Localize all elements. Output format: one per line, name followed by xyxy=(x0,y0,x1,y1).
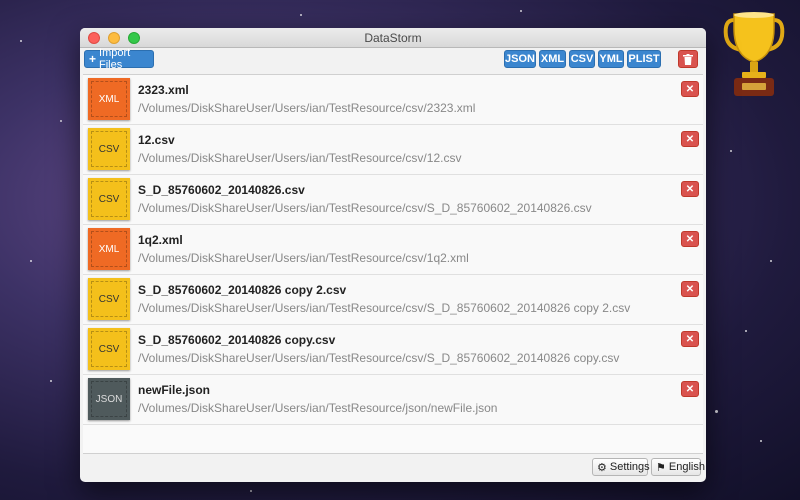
remove-file-button[interactable]: ✕ xyxy=(681,181,699,197)
app-window: DataStorm + Import Files JSON XML CSV YM… xyxy=(80,28,706,482)
xml-file-icon: XML xyxy=(88,78,130,120)
settings-button[interactable]: ⚙ Settings xyxy=(592,458,650,476)
language-button[interactable]: ⚑ English xyxy=(651,458,705,476)
file-name: newFile.json xyxy=(138,383,211,397)
csv-file-icon: CSV xyxy=(88,128,130,170)
language-label: English xyxy=(668,461,705,473)
trash-icon xyxy=(683,53,693,65)
remove-file-button[interactable]: ✕ xyxy=(681,81,699,97)
file-name: S_D_85760602_20140826 copy 2.csv xyxy=(138,283,347,297)
close-icon: ✕ xyxy=(685,133,695,145)
file-row[interactable]: XML 1q2.xml /Volumes/DiskShareUser/Users… xyxy=(83,225,703,275)
file-name: S_D_85760602_20140826 copy.csv xyxy=(138,333,336,347)
close-icon: ✕ xyxy=(685,183,695,195)
json-file-icon: JSON xyxy=(88,378,130,420)
file-row[interactable]: CSV S_D_85760602_20140826 copy 2.csv /Vo… xyxy=(83,275,703,325)
file-path: /Volumes/DiskShareUser/Users/ian/TestRes… xyxy=(138,401,498,415)
remove-file-button[interactable]: ✕ xyxy=(681,281,699,297)
xml-file-icon: XML xyxy=(88,228,130,270)
remove-file-button[interactable]: ✕ xyxy=(681,381,699,397)
file-row[interactable]: JSON newFile.json /Volumes/DiskShareUser… xyxy=(83,375,703,425)
file-name: 2323.xml xyxy=(138,83,189,97)
close-icon: ✕ xyxy=(685,383,695,395)
close-icon: ✕ xyxy=(685,333,695,345)
zoom-window-button[interactable] xyxy=(128,32,140,44)
flag-icon: ⚑ xyxy=(656,461,666,474)
clear-all-button[interactable] xyxy=(678,50,698,68)
file-name: 1q2.xml xyxy=(138,233,183,247)
file-row[interactable]: XML 2323.xml /Volumes/DiskShareUser/User… xyxy=(83,75,703,125)
remove-file-button[interactable]: ✕ xyxy=(681,331,699,347)
file-path: /Volumes/DiskShareUser/Users/ian/TestRes… xyxy=(138,251,469,265)
title-bar: DataStorm xyxy=(80,28,706,48)
trophy-icon xyxy=(723,12,785,96)
window-title: DataStorm xyxy=(364,30,422,45)
file-path: /Volumes/DiskShareUser/Users/ian/TestRes… xyxy=(138,351,620,365)
file-row[interactable]: CSV S_D_85760602_20140826.csv /Volumes/D… xyxy=(83,175,703,225)
settings-label: Settings xyxy=(609,461,650,473)
file-name: 12.csv xyxy=(138,133,175,147)
remove-file-button[interactable]: ✕ xyxy=(681,231,699,247)
file-row[interactable]: CSV 12.csv /Volumes/DiskShareUser/Users/… xyxy=(83,125,703,175)
export-plist-button[interactable]: PLIST xyxy=(627,50,661,68)
file-path: /Volumes/DiskShareUser/Users/ian/TestRes… xyxy=(138,201,592,215)
export-yml-button[interactable]: YML xyxy=(598,50,624,68)
close-icon: ✕ xyxy=(685,283,695,295)
import-files-button[interactable]: + Import Files xyxy=(84,47,154,71)
file-path: /Volumes/DiskShareUser/Users/ian/TestRes… xyxy=(138,301,631,315)
export-json-button[interactable]: JSON xyxy=(504,50,536,68)
close-icon: ✕ xyxy=(685,233,695,245)
file-row[interactable]: CSV S_D_85760602_20140826 copy.csv /Volu… xyxy=(83,325,703,375)
csv-file-icon: CSV xyxy=(88,278,130,320)
file-path: /Volumes/DiskShareUser/Users/ian/TestRes… xyxy=(138,101,476,115)
csv-file-icon: CSV xyxy=(88,178,130,220)
gear-icon: ⚙ xyxy=(597,461,607,474)
export-csv-button[interactable]: CSV xyxy=(569,50,595,68)
close-icon: ✕ xyxy=(685,83,695,95)
import-files-label: Import Files xyxy=(99,47,131,71)
file-name: S_D_85760602_20140826.csv xyxy=(138,183,305,197)
file-list: XML 2323.xml /Volumes/DiskShareUser/User… xyxy=(83,74,703,454)
close-window-button[interactable] xyxy=(88,32,100,44)
window-controls xyxy=(88,32,140,44)
plus-icon: + xyxy=(89,52,97,66)
minimize-window-button[interactable] xyxy=(108,32,120,44)
export-xml-button[interactable]: XML xyxy=(539,50,566,68)
file-path: /Volumes/DiskShareUser/Users/ian/TestRes… xyxy=(138,151,462,165)
remove-file-button[interactable]: ✕ xyxy=(681,131,699,147)
csv-file-icon: CSV xyxy=(88,328,130,370)
